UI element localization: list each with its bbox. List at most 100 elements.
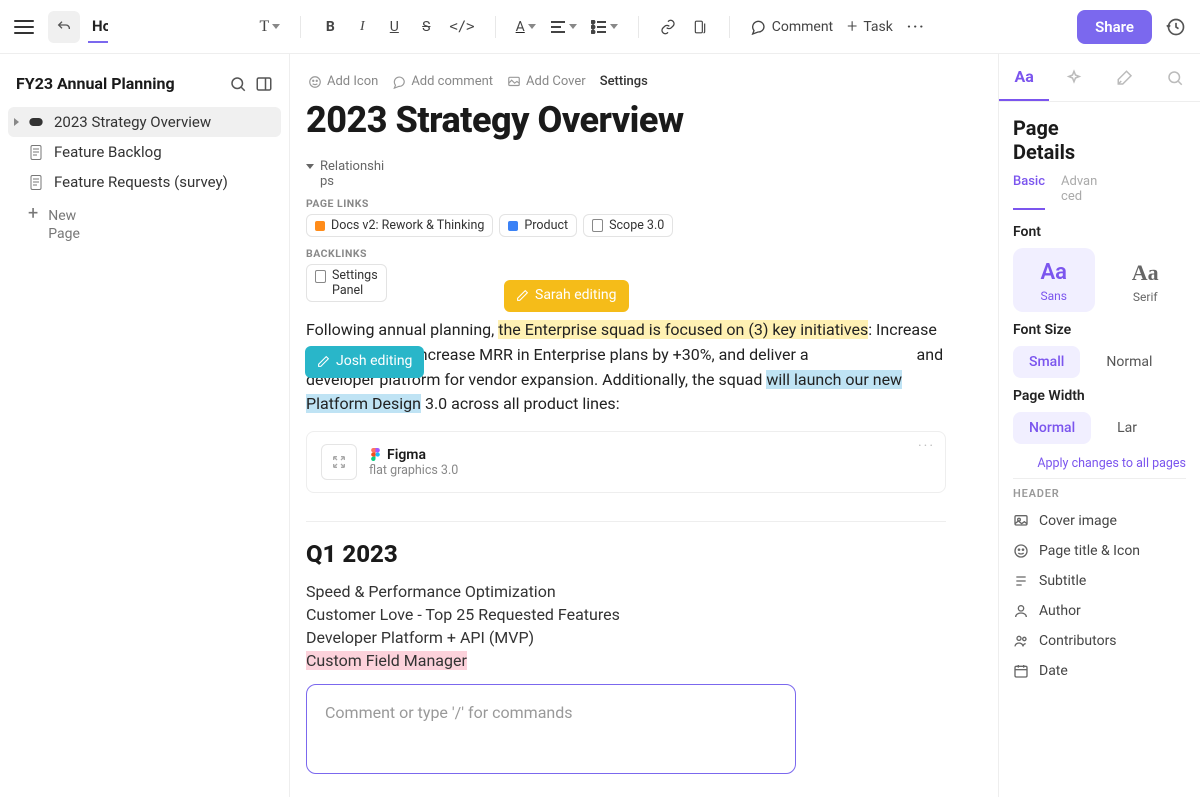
header-row-contributors[interactable]: Contributors <box>1013 626 1186 656</box>
backlinks-label: BACKLINKS <box>306 247 982 260</box>
plus-icon: + <box>28 207 38 221</box>
right-panel: Aa PageDetails Basic Advanced Font AaSan… <box>998 54 1200 797</box>
sidebar-item-feature-requests[interactable]: Feature Requests (survey) <box>8 167 281 197</box>
sidebar: FY23 Annual Planning 2023 Strategy Overv… <box>0 54 290 797</box>
code-button[interactable]: </> <box>443 11 480 43</box>
text-color-dropdown[interactable]: A <box>510 11 542 43</box>
breadcrumb-home[interactable]: Ho <box>88 11 108 43</box>
sidebar-item-strategy-overview[interactable]: 2023 Strategy Overview <box>8 107 281 137</box>
font-option-serif[interactable]: AaSerif <box>1105 248 1187 312</box>
page-link-chip[interactable]: Scope 3.0 <box>583 214 673 237</box>
new-page-button[interactable]: + New Page <box>8 197 281 249</box>
workspace-title: FY23 Annual Planning <box>16 74 221 93</box>
search-button[interactable] <box>229 75 247 93</box>
settings-button[interactable]: Settings <box>600 74 648 89</box>
font-size-small[interactable]: Small <box>1013 346 1080 378</box>
divider <box>306 521 946 522</box>
link-button[interactable] <box>653 11 683 43</box>
subtab-advanced[interactable]: Advanced <box>1061 174 1101 210</box>
project-icon <box>508 221 518 231</box>
font-size-section-label: Font Size <box>1013 322 1186 338</box>
relationships-toggle[interactable]: Relationships <box>306 159 386 189</box>
undo-button[interactable] <box>48 11 80 43</box>
header-section-label: HEADER <box>1013 487 1186 500</box>
panel-title: PageDetails <box>1013 116 1186 164</box>
new-page-label-1: New <box>48 208 76 224</box>
chevron-right-icon <box>14 118 19 126</box>
align-dropdown[interactable] <box>544 11 583 43</box>
collab-indicator-sarah: Sarah editing <box>504 280 629 312</box>
italic-button[interactable]: I <box>347 11 377 43</box>
bookmark-button[interactable] <box>685 11 715 43</box>
doc-icon <box>28 144 44 160</box>
body-paragraph[interactable]: Sarah editing Josh editing Following ann… <box>306 318 946 417</box>
list-dropdown[interactable] <box>585 11 624 43</box>
embed-title: Figma <box>369 447 458 463</box>
more-button[interactable]: ··· <box>901 11 932 43</box>
underline-button[interactable]: U <box>379 11 409 43</box>
list-item[interactable]: Developer Platform + API (MVP) <box>306 628 982 647</box>
add-cover-button[interactable]: Add Cover <box>507 74 586 89</box>
expand-icon <box>321 444 357 480</box>
page-link-chip[interactable]: Docs v2: Rework & Thinking <box>306 214 493 237</box>
figma-embed[interactable]: ··· Figma flat graphics 3.0 <box>306 431 946 493</box>
q1-heading[interactable]: Q1 2023 <box>306 540 982 568</box>
font-option-sans[interactable]: AaSans <box>1013 248 1095 312</box>
strikethrough-button[interactable]: S <box>411 11 441 43</box>
highlight-pink: Custom Field Manager <box>306 651 467 670</box>
collapse-sidebar-button[interactable] <box>255 75 273 93</box>
page-width-section-label: Page Width <box>1013 388 1186 404</box>
subtab-basic[interactable]: Basic <box>1013 174 1045 210</box>
highlight-yellow: the Enterprise squad is focused on (3) k… <box>498 320 868 339</box>
caret-down-icon <box>306 164 314 169</box>
header-row-cover-image[interactable]: Cover image <box>1013 506 1186 536</box>
header-row-subtitle[interactable]: Subtitle <box>1013 566 1186 596</box>
embed-more-button[interactable]: ··· <box>918 438 935 454</box>
page-link-chip[interactable]: Product <box>499 214 577 237</box>
comment-input[interactable]: Comment or type '/' for commands <box>306 684 796 774</box>
bold-button[interactable]: B <box>315 11 345 43</box>
list-item[interactable]: Speed & Performance Optimization <box>306 582 982 601</box>
new-page-label-2: Page <box>48 226 80 242</box>
main-editor: Add Icon Add comment Add Cover Settings … <box>290 54 998 797</box>
font-size-normal[interactable]: Normal <box>1090 346 1168 378</box>
header-row-date[interactable]: Date <box>1013 656 1186 686</box>
list-item[interactable]: Customer Love - Top 25 Requested Feature… <box>306 605 982 624</box>
figma-icon <box>369 448 382 461</box>
controller-icon <box>28 114 44 130</box>
page-title[interactable]: 2023 Strategy Overview <box>306 99 982 141</box>
pencil-icon <box>317 355 330 368</box>
task-label: Task <box>863 19 893 35</box>
panel-tab-search[interactable] <box>1150 54 1200 101</box>
task-button[interactable]: + Task <box>841 11 899 43</box>
topbar: Ho T B I U S </> A Comment <box>0 0 1200 54</box>
panel-tab-ai[interactable] <box>1049 54 1099 101</box>
comment-button[interactable]: Comment <box>744 11 839 43</box>
toolbar-formatting: T B I U S </> A Comment + <box>116 11 1069 43</box>
project-icon <box>315 221 325 231</box>
page-width-normal[interactable]: Normal <box>1013 412 1091 444</box>
text-style-dropdown[interactable]: T <box>254 11 287 43</box>
hamburger-icon <box>14 20 34 34</box>
embed-subtitle: flat graphics 3.0 <box>369 463 458 478</box>
page-links-label: PAGE LINKS <box>306 197 982 210</box>
backlink-chip[interactable]: SettingsPanel <box>306 264 387 302</box>
apply-all-link[interactable]: Apply changes to all pages <box>1013 456 1186 472</box>
menu-toggle-button[interactable] <box>8 11 40 43</box>
page-width-large[interactable]: Lar <box>1101 412 1153 444</box>
panel-tab-settings[interactable] <box>1100 54 1150 101</box>
sidebar-item-label: 2023 Strategy Overview <box>54 113 211 131</box>
history-button[interactable] <box>1160 11 1192 43</box>
header-row-author[interactable]: Author <box>1013 596 1186 626</box>
font-section-label: Font <box>1013 224 1186 240</box>
list-item[interactable]: Custom Field Manager <box>306 651 982 670</box>
pencil-icon <box>516 289 529 302</box>
doc-icon <box>592 219 603 232</box>
header-row-title-icon[interactable]: Page title & Icon <box>1013 536 1186 566</box>
share-button[interactable]: Share <box>1077 10 1152 44</box>
add-comment-button[interactable]: Add comment <box>392 74 493 89</box>
sidebar-item-feature-backlog[interactable]: Feature Backlog <box>8 137 281 167</box>
sidebar-item-label: Feature Backlog <box>54 143 162 161</box>
panel-tab-typography[interactable]: Aa <box>999 54 1049 101</box>
add-icon-button[interactable]: Add Icon <box>308 74 378 89</box>
